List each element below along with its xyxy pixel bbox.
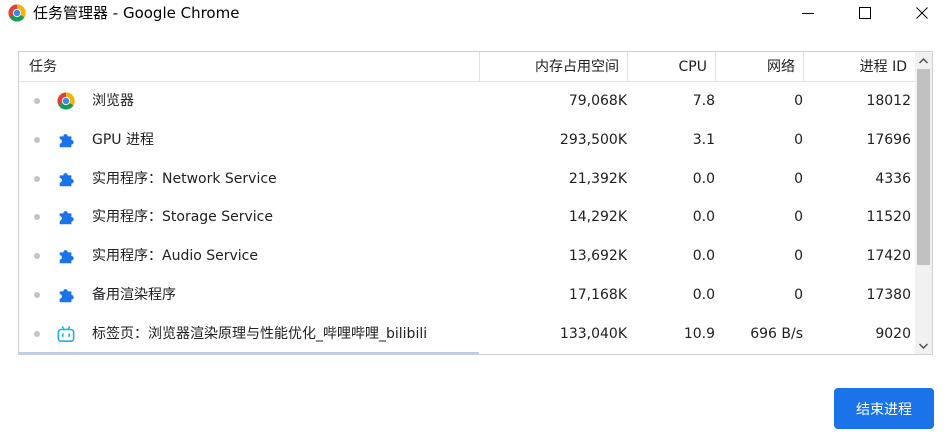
cpu-value: 0.0 (692, 248, 715, 265)
task-name: 实用程序：Network Service (92, 170, 277, 187)
cpu-value: 0.0 (692, 209, 715, 226)
table-row[interactable]: 标签页：浏览器渲染原理与性能优化_哔哩哔哩_bilibili 133,040K … (19, 315, 915, 354)
cpu-value: 3.1 (692, 131, 715, 148)
table-body: 浏览器 79,068K 7.8 0 18012 GPU 进程 293,500K … (19, 82, 915, 354)
bilibili-icon (57, 325, 75, 342)
pid-value: 17420 (866, 248, 911, 265)
status-dot (34, 292, 40, 298)
task-table: 任务 内存占用空间 CPU 网络 进程 ID 浏览器 79,068K 7.8 0… (18, 51, 933, 355)
chevron-up-icon (919, 57, 928, 64)
network-value: 696 B/s (750, 325, 803, 342)
table-row[interactable]: 实用程序：Storage Service 14,292K 0.0 0 11520 (19, 198, 915, 237)
column-header-pid[interactable]: 进程 ID (803, 52, 915, 81)
minimize-button[interactable] (785, 0, 831, 26)
status-dot (34, 330, 40, 337)
network-value: 0 (794, 131, 803, 148)
maximize-icon (859, 7, 871, 19)
chrome-icon (8, 4, 26, 22)
table-row[interactable]: 实用程序：Audio Service 13,692K 0.0 0 17420 (19, 237, 915, 276)
status-dot (34, 98, 40, 104)
chrome-icon (57, 92, 75, 110)
minimize-icon (802, 13, 814, 14)
pid-value: 4336 (875, 170, 911, 187)
puzzle-icon (59, 211, 74, 225)
vertical-scrollbar[interactable] (915, 52, 932, 354)
pid-value: 11520 (866, 209, 911, 226)
memory-value: 293,500K (559, 131, 627, 148)
network-value: 0 (794, 248, 803, 265)
memory-value: 133,040K (559, 325, 627, 342)
puzzle-icon (59, 250, 74, 264)
table-row[interactable]: 实用程序：Network Service 21,392K 0.0 0 4336 (19, 160, 915, 199)
column-header-cpu[interactable]: CPU (627, 52, 715, 81)
memory-value: 79,068K (568, 93, 627, 109)
cpu-value: 0.0 (692, 287, 715, 303)
task-name: GPU 进程 (92, 131, 154, 148)
cpu-value: 7.8 (692, 93, 715, 109)
maximize-button[interactable] (842, 0, 888, 26)
memory-value: 13,692K (568, 248, 627, 265)
task-name: 实用程序：Audio Service (92, 248, 258, 265)
table-row[interactable]: GPU 进程 293,500K 3.1 0 17696 (19, 121, 915, 160)
network-value: 0 (794, 170, 803, 187)
network-value: 0 (794, 209, 803, 226)
end-process-button[interactable]: 结束进程 (834, 388, 934, 429)
memory-value: 21,392K (568, 170, 627, 187)
table-row[interactable]: 备用渲染程序 17,168K 0.0 0 17380 (19, 276, 915, 315)
cpu-value: 10.9 (683, 325, 715, 342)
task-name: 浏览器 (92, 93, 134, 109)
column-header-task[interactable]: 任务 (19, 52, 479, 81)
status-dot (34, 136, 40, 143)
chevron-down-icon (919, 342, 928, 349)
pid-value: 18012 (866, 93, 911, 109)
column-header-network[interactable]: 网络 (715, 52, 803, 81)
network-value: 0 (794, 287, 803, 303)
close-icon (916, 7, 928, 19)
title-bar: 任务管理器 - Google Chrome (0, 0, 949, 26)
pid-value: 17380 (866, 287, 911, 303)
table-row[interactable]: 浏览器 79,068K 7.8 0 18012 (19, 82, 915, 121)
table-header: 任务 内存占用空间 CPU 网络 进程 ID (19, 52, 915, 82)
task-name: 备用渲染程序 (92, 287, 176, 303)
memory-value: 17,168K (568, 287, 627, 303)
status-dot (34, 175, 40, 182)
selection-indicator (19, 352, 479, 354)
scroll-up-button[interactable] (915, 52, 932, 69)
status-dot (34, 214, 40, 221)
status-dot (34, 253, 40, 260)
memory-value: 14,292K (568, 209, 627, 226)
task-name: 标签页：浏览器渲染原理与性能优化_哔哩哔哩_bilibili (92, 325, 428, 342)
task-name: 实用程序：Storage Service (92, 209, 273, 226)
scrollbar-thumb[interactable] (917, 69, 930, 265)
window-title: 任务管理器 - Google Chrome (33, 4, 240, 22)
scroll-down-button[interactable] (915, 337, 932, 354)
pid-value: 9020 (875, 325, 911, 342)
puzzle-icon (59, 289, 74, 303)
cpu-value: 0.0 (692, 170, 715, 187)
puzzle-icon (59, 172, 74, 186)
pid-value: 17696 (866, 131, 911, 148)
column-header-memory[interactable]: 内存占用空间 (479, 52, 627, 81)
close-button[interactable] (899, 0, 945, 26)
puzzle-icon (59, 133, 74, 147)
network-value: 0 (794, 93, 803, 109)
